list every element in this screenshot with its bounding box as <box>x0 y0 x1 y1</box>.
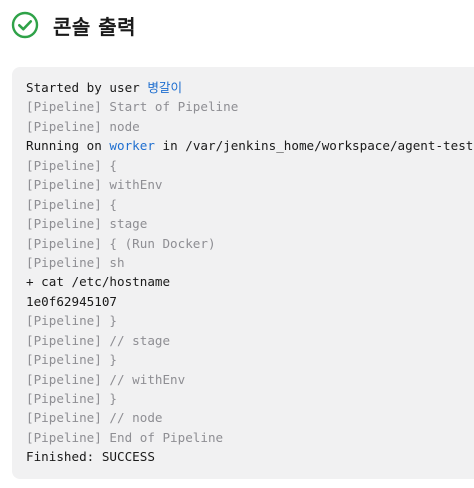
console-line-pipeline: [Pipeline] // withEnv <box>26 370 473 389</box>
console-text: [Pipeline] stage <box>26 216 148 232</box>
console-line-pipeline: [Pipeline] { (Run Docker) <box>26 234 473 253</box>
console-line-pipeline: [Pipeline] Start of Pipeline <box>26 97 473 116</box>
console-text: [Pipeline] { <box>26 157 117 173</box>
console-line: + cat /etc/hostname <box>26 272 473 291</box>
console-lines: Started by user 병갈이 [Pipeline] Start of P… <box>26 78 473 467</box>
console-line-pipeline: [Pipeline] } <box>26 311 473 330</box>
console-line: 1e0f62945107 <box>26 292 473 311</box>
console-text: [Pipeline] sh <box>26 254 125 270</box>
page-title: 콘솔 출력 <box>53 14 137 39</box>
console-text: [Pipeline] withEnv <box>26 177 163 193</box>
console-line-pipeline: [Pipeline] // stage <box>26 331 473 350</box>
console-line-pipeline: [Pipeline] stage <box>26 214 473 233</box>
console-text: [Pipeline] node <box>26 118 140 134</box>
console-text: [Pipeline] End of Pipeline <box>26 429 224 445</box>
console-text: Started by user <box>26 80 148 95</box>
console-text: [Pipeline] // withEnv <box>26 371 186 387</box>
console-text: 1e0f62945107 <box>26 293 117 309</box>
check-circle-icon <box>11 11 39 39</box>
console-line-pipeline: [Pipeline] } <box>26 350 473 369</box>
console-text: [Pipeline] { (Run Docker) <box>26 235 216 251</box>
console-line-pipeline: [Pipeline] // node <box>26 408 473 427</box>
console-text: in /var/jenkins_home/workspace/agent-tes… <box>154 138 474 154</box>
console-line-pipeline: [Pipeline] End of Pipeline <box>26 428 473 447</box>
console-text: Finished: SUCCESS <box>26 449 155 465</box>
console-text: Running on <box>26 138 110 154</box>
console-text: [Pipeline] } <box>26 313 117 329</box>
console-line: Finished: SUCCESS <box>26 447 473 466</box>
console-text: [Pipeline] Start of Pipeline <box>26 99 239 115</box>
console-text: [Pipeline] // stage <box>26 332 171 348</box>
console-link[interactable]: worker <box>109 138 155 153</box>
console-line-pipeline: [Pipeline] { <box>26 156 473 175</box>
console-text: [Pipeline] // node <box>26 410 163 426</box>
console-line-pipeline: [Pipeline] node <box>26 117 473 136</box>
console-line-pipeline: [Pipeline] withEnv <box>26 175 473 194</box>
console-output: Started by user 병갈이 [Pipeline] Start of P… <box>12 67 474 479</box>
console-line: Running on worker in /var/jenkins_home/w… <box>26 136 473 155</box>
console-link[interactable]: 병갈이 <box>147 80 182 95</box>
console-line-pipeline: [Pipeline] { <box>26 195 473 214</box>
console-line-pipeline: [Pipeline] } <box>26 389 473 408</box>
console-text: + cat /etc/hostname <box>26 274 171 290</box>
console-text: [Pipeline] } <box>26 391 117 406</box>
console-line: Started by user 병갈이 <box>26 78 473 97</box>
console-text: [Pipeline] } <box>26 352 117 368</box>
console-line-pipeline: [Pipeline] sh <box>26 253 473 272</box>
page-header: 콘솔 출력 <box>11 10 136 40</box>
console-text: [Pipeline] { <box>26 196 117 212</box>
